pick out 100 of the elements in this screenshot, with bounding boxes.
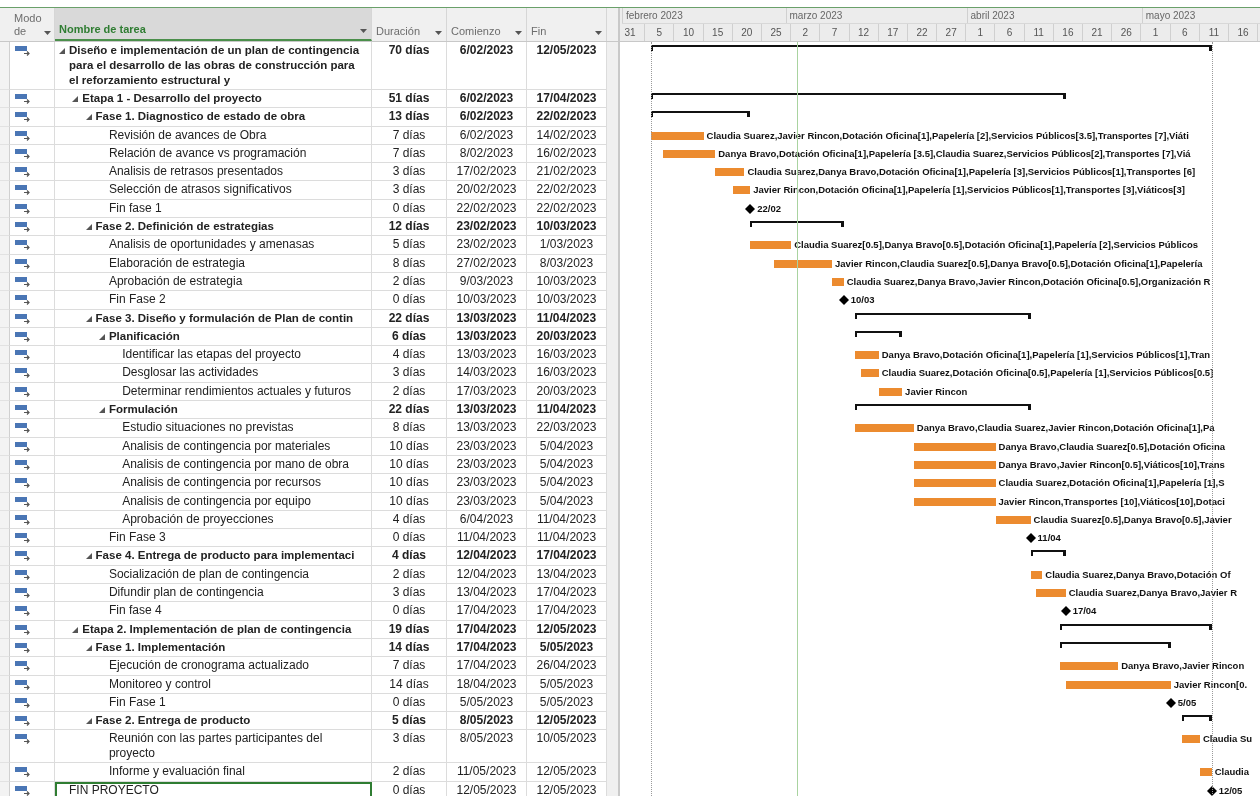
name-cell[interactable]: Analisis de contingencia por equipo [55,492,372,511]
name-cell[interactable]: Elaboración de estrategia [55,254,372,273]
name-cell[interactable]: Socialización de plan de contingencia [55,565,372,584]
name-cell[interactable]: Analisis de contingencia por mano de obra [55,455,372,475]
name-cell[interactable]: Fase 1. Implementación [55,638,372,658]
dropdown-caret-icon[interactable] [360,29,367,33]
name-cell[interactable]: Analisis de retrasos presentados [55,163,372,182]
task-name: Ejecución de cronograma actualizado [108,658,309,674]
name-cell[interactable]: Monitoreo y control [55,675,372,694]
duration-cell: 0 días [372,693,447,713]
name-cell[interactable]: Revisión de avances de Obra [55,126,372,145]
start-date-cell: 6/02/2023 [447,90,527,109]
day-label: 22 [907,24,938,41]
name-cell[interactable]: Ejecución de cronograma actualizado [55,657,372,676]
finish-date-cell: 26/04/2023 [527,657,607,676]
finish-date-cell: 10/05/2023 [527,730,607,764]
name-cell[interactable]: Estudio situaciones no previstas [55,419,372,438]
name-cell[interactable]: Fase 3. Diseño y formulación de Plan de contin [55,309,372,328]
dropdown-caret-icon[interactable] [515,31,522,35]
duration-cell: 10 días [372,437,447,456]
name-cell[interactable]: Fin fase 4 [55,602,372,621]
collapse-triangle-icon[interactable] [72,626,79,633]
column-header[interactable]: Duración [372,8,447,41]
resource-label: Danya Bravo,Dotación Oficina[1],Papelería [3.5],Claudia Suarez,Servicios Públicos[2],Transportes [7],Viá [718,146,1191,160]
name-cell[interactable]: Formulación [55,401,372,420]
day-label: 15 [703,24,733,41]
finish-date-cell: 5/04/2023 [527,492,607,511]
task-name: Estudio situaciones no previstas [122,420,294,436]
task-name: Fin fase 1 [108,200,162,216]
name-cell[interactable]: Relación de avance vs programación [55,144,372,164]
task-bar [855,424,914,433]
finish-date-cell: 14/02/2023 [527,126,607,145]
milestone-diamond [1206,785,1217,796]
collapse-triangle-icon[interactable] [85,315,92,322]
start-date-cell: 17/03/2023 [447,382,527,402]
task-mode-icon [15,587,31,598]
collapse-triangle-icon[interactable] [85,224,92,231]
milestone-diamond [1025,533,1036,544]
name-cell[interactable]: Desglosar las actividades [55,364,372,383]
column-header[interactable]: Comienzo [447,8,527,41]
name-cell[interactable]: FIN PROYECTO [55,781,372,796]
resource-label: Claudia Suarez[0.5],Danya Bravo[0.5],Dotación Oficina[1],Papelería [2],Servicios Públicos [794,238,1199,252]
name-cell[interactable]: Etapa 2. Implementación de plan de contingencia [55,620,372,639]
dropdown-caret-icon[interactable] [435,31,442,35]
name-cell[interactable]: Planificación [55,327,372,347]
finish-date-cell: 10/03/2023 [527,291,607,310]
name-cell[interactable]: Determinar rendimientos actuales y futuros [55,382,372,402]
name-cell[interactable]: Analisis de contingencia por recursos [55,474,372,493]
name-cell[interactable]: Fin fase 1 [55,199,372,219]
resource-label: Claudia Suarez,Javier Rincon,Dotación Oficina[1],Papelería [2],Servicios Públicos[3.5],Transportes [7],Viáti [706,128,1189,142]
name-cell[interactable]: Informe y evaluación final [55,763,372,782]
name-cell[interactable]: Etapa 1 - Desarrollo del proyecto [55,90,372,109]
day-label: 21 [1083,24,1113,41]
start-date-cell: 13/03/2023 [447,346,527,365]
finish-date-cell: 11/04/2023 [527,529,607,548]
collapse-triangle-icon[interactable] [85,644,92,651]
duration-cell: 6 días [372,327,447,347]
start-date-cell: 13/03/2023 [447,401,527,420]
name-cell[interactable]: Fase 4. Entrega de producto para implementaci [55,547,372,566]
name-cell[interactable]: Reunión con las partes participantes del proyecto [55,730,372,764]
finish-date-cell: 10/03/2023 [527,272,607,292]
name-cell[interactable]: Analisis de oportunidades y amenasas [55,236,372,255]
duration-cell: 3 días [372,584,447,603]
column-header[interactable]: Fin [527,8,607,41]
task-mode-icon [15,568,31,580]
name-cell[interactable]: Aprobación de estrategia [55,272,372,292]
collapse-triangle-icon[interactable] [98,333,105,340]
collapse-triangle-icon[interactable] [59,48,65,54]
collapse-triangle-icon[interactable] [72,96,79,102]
column-header[interactable]: Nombre de tarea [55,8,372,41]
name-cell[interactable]: Selección de atrasos significativos [55,181,372,200]
name-cell[interactable]: Fin Fase 2 [55,291,372,310]
task-name: Informe y evaluación final [108,764,245,780]
duration-cell: 3 días [372,364,447,383]
name-cell[interactable]: Fase 2. Definición de estrategias [55,218,372,237]
task-name: Aprobación de proyecciones [122,511,274,527]
name-cell[interactable]: Fin Fase 1 [55,693,372,713]
dropdown-caret-icon[interactable] [595,31,602,35]
name-cell[interactable]: Fin Fase 3 [55,529,372,548]
name-cell[interactable]: Difundir plan de contingencia [55,584,372,603]
milestone-date-label: 22/02 [757,201,782,215]
name-cell[interactable]: Aprobación de proyecciones [55,510,372,530]
name-cell[interactable]: Identificar las etapas del proyecto [55,346,372,365]
task-name: FIN PROYECTO [69,782,159,796]
task-name: Selección de atrasos significativos [108,182,292,198]
name-cell[interactable]: Fase 1. Diagnostico de estado de obra [55,108,372,127]
collapse-triangle-icon[interactable] [85,553,92,560]
collapse-triangle-icon[interactable] [85,718,92,725]
day-label: 5 [645,24,675,41]
milestone-diamond [745,203,756,214]
finish-date-cell: 16/02/2023 [527,144,607,164]
dropdown-caret-icon[interactable] [43,31,51,35]
start-date-cell: 12/04/2023 [447,547,527,566]
name-cell[interactable]: Analisis de contingencia por materiales [55,437,372,456]
collapse-triangle-icon[interactable] [98,407,105,414]
name-cell[interactable]: Fase 2. Entrega de producto [55,712,372,731]
task-mode-icon [15,45,31,56]
task-mode-icon [15,294,31,306]
resource-label: Javier Rincon,Dotación Oficina[1],Papelería [1],Servicios Públicos[1],Transportes [3],Viáticos[3] [753,183,1185,197]
collapse-triangle-icon[interactable] [85,114,92,121]
